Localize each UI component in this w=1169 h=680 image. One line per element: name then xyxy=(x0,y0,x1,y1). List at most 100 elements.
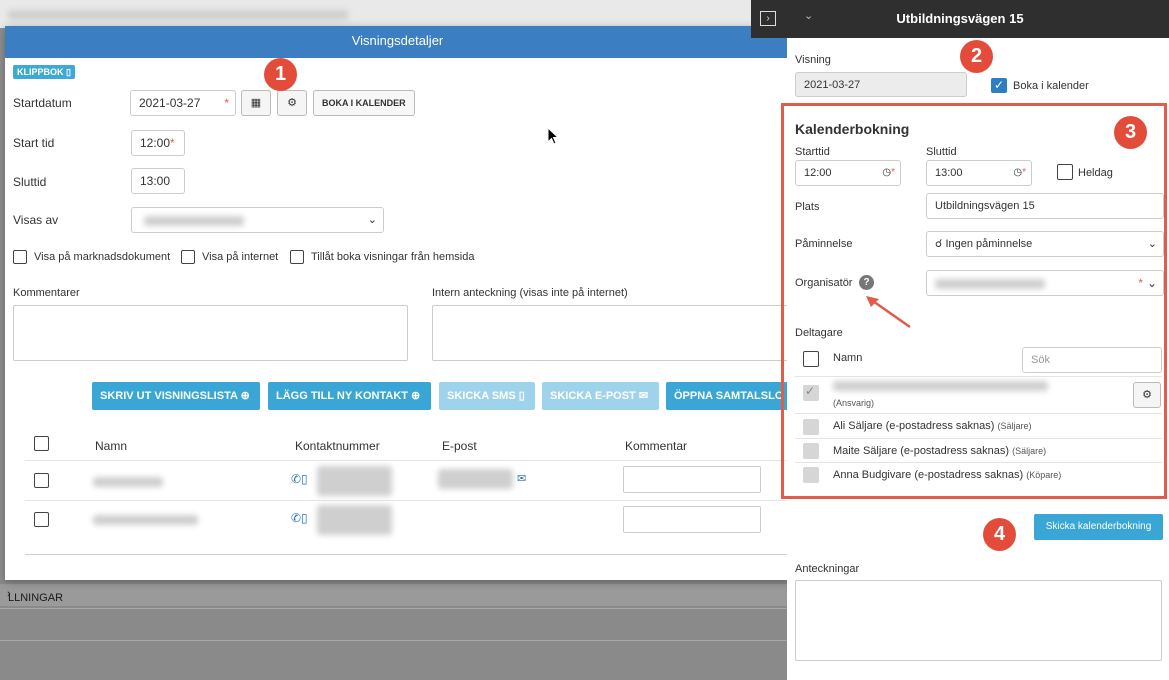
row-checkbox[interactable] xyxy=(34,512,49,527)
paminnelse-select[interactable]: ☌ Ingen påminnelse ⌄ xyxy=(926,231,1164,257)
tillat-hemsida-checkbox[interactable] xyxy=(290,250,304,264)
starttid-value: 12:00 xyxy=(140,136,171,150)
participants-divider xyxy=(795,462,1162,463)
participant-role: (Säljare) xyxy=(997,421,1032,431)
required-asterisk: * xyxy=(1138,276,1143,290)
row-comment-textarea[interactable] xyxy=(623,466,761,493)
col-namn-header: Namn xyxy=(95,439,128,453)
step-badge-1: 1 xyxy=(264,58,297,91)
gear-icon[interactable]: ⚙ xyxy=(1133,382,1161,408)
tillat-hemsida-label: Tillåt boka visningar från hemsida xyxy=(311,251,475,263)
participants-divider xyxy=(795,438,1162,439)
required-asterisk: * xyxy=(224,96,229,110)
lagg-till-label: LÄGG TILL NY KONTAKT xyxy=(276,390,408,402)
skicka-kalenderbokning-button[interactable]: Skicka kalenderbokning xyxy=(1034,514,1163,540)
blurred-name xyxy=(93,477,163,487)
step-badge-3: 3 xyxy=(1114,116,1147,149)
anteckningar-textarea[interactable] xyxy=(795,580,1162,661)
participant-checkbox[interactable] xyxy=(803,443,819,459)
skicka-sms-button[interactable]: SKICKA SMS ▯ xyxy=(439,382,535,410)
panel-sluttid-input[interactable]: 13:00 ◷* xyxy=(926,160,1032,186)
blurred-phone xyxy=(317,505,392,535)
boka-kalender-checkbox[interactable]: ✓ xyxy=(991,78,1007,93)
organisator-select[interactable]: * ⌄ xyxy=(926,270,1164,296)
oppna-samtalslogg-button[interactable]: ÖPPNA SAMTALSLO xyxy=(666,382,790,410)
participant-name-text: Ali Säljare (e-postadress saknas) xyxy=(833,420,995,432)
sluttid-label: Sluttid xyxy=(926,146,957,158)
participants-namn-header: Namn xyxy=(833,352,863,364)
lagg-till-kontakt-button[interactable]: LÄGG TILL NY KONTAKT ⊕ xyxy=(268,382,431,410)
row-checkbox[interactable] xyxy=(34,473,49,488)
mail-icon[interactable]: ✉ xyxy=(517,472,526,485)
kommentarer-textarea[interactable] xyxy=(13,305,408,361)
blurred-name xyxy=(833,381,1048,391)
modal-title: Visningsdetaljer xyxy=(5,26,790,58)
participant-name: Anna Budgivare (e-postadress saknas) (Kö… xyxy=(833,469,1061,481)
participant-checkbox[interactable] xyxy=(803,419,819,435)
heldag-checkbox[interactable] xyxy=(1057,164,1073,180)
visa-internet-checkbox[interactable] xyxy=(181,250,195,264)
panel-title: Utbildningsvägen 15 xyxy=(896,11,1024,26)
select-all-participants-checkbox[interactable] xyxy=(803,351,819,367)
paminnelse-value: Ingen påminnelse xyxy=(945,238,1033,250)
skicka-sms-label: SKICKA SMS xyxy=(447,390,516,402)
clock-icon: ◷* xyxy=(882,167,895,178)
participant-name: Ali Säljare (e-postadress saknas) (Sälja… xyxy=(833,420,1031,432)
klippbok-badge[interactable]: KLIPPBOK ▯ xyxy=(13,65,75,79)
panel-header: › ⌄ Utbildningsvägen 15 xyxy=(751,0,1169,38)
gear-icon[interactable]: ⚙ xyxy=(277,90,307,116)
panel-starttid-value: 12:00 xyxy=(804,167,832,179)
skriv-ut-label: SKRIV UT VISNINGSLISTA xyxy=(100,390,238,402)
participant-role: (Säljare) xyxy=(1012,446,1047,456)
bell-icon: ☌ xyxy=(935,238,943,250)
blurred-name xyxy=(93,515,198,525)
skriv-ut-visningslista-button[interactable]: SKRIV UT VISNINGSLISTA ⊕ xyxy=(92,382,260,410)
chevron-down-icon: ⌄ xyxy=(1146,276,1157,290)
startdatum-label: Startdatum xyxy=(13,96,72,110)
participants-divider xyxy=(795,413,1162,414)
row-comment-textarea[interactable] xyxy=(623,506,761,533)
table-divider xyxy=(25,500,790,501)
plats-label: Plats xyxy=(795,201,820,213)
visas-av-label: Visas av xyxy=(13,213,59,227)
sok-input[interactable]: Sök xyxy=(1022,347,1162,373)
participant-role: (Köpare) xyxy=(1026,470,1062,480)
intern-anteckning-label: Intern anteckning (visas inte på interne… xyxy=(432,287,628,299)
participant-role: (Ansvarig) xyxy=(833,398,875,408)
col-kontakt-header: Kontaktnummer xyxy=(295,439,380,453)
background-breadcrumb[interactable]: LLNINGAR › xyxy=(0,584,790,606)
startdatum-value: 2021-03-27 xyxy=(139,96,201,110)
background-divider xyxy=(0,608,790,609)
kalenderbokning-heading: Kalenderbokning xyxy=(795,121,910,137)
background-top-bar xyxy=(0,0,760,28)
phone-icon[interactable]: ✆▯ xyxy=(291,472,308,486)
intern-anteckning-textarea[interactable] xyxy=(432,305,790,361)
plats-input[interactable]: Utbildningsvägen 15 xyxy=(926,193,1164,219)
chevron-down-icon: ⌄ xyxy=(1147,238,1157,250)
starttid-label: Start tid xyxy=(13,136,55,150)
background-divider xyxy=(0,640,790,641)
organisator-label: Organisatör xyxy=(795,277,853,289)
participant-name-text: Anna Budgivare (e-postadress saknas) xyxy=(833,469,1024,481)
cursor-icon xyxy=(547,127,559,145)
blurred-text xyxy=(8,10,348,20)
panel-starttid-input[interactable]: 12:00 ◷* xyxy=(795,160,901,186)
skicka-epost-button[interactable]: SKICKA E-POST ✉ xyxy=(542,382,659,410)
panel-sluttid-value: 13:00 xyxy=(935,167,963,179)
participant-name-text: Maite Säljare (e-postadress saknas) xyxy=(833,445,1010,457)
calendar-icon[interactable]: ▦ xyxy=(241,90,271,116)
col-kommentar-header: Kommentar xyxy=(625,439,688,453)
starttid-input[interactable]: 12:00* xyxy=(131,130,185,156)
visa-marknad-checkbox[interactable] xyxy=(13,250,27,264)
help-icon[interactable]: ? xyxy=(859,275,874,290)
heldag-label: Heldag xyxy=(1078,167,1113,179)
startdatum-input[interactable]: 2021-03-27 * xyxy=(130,90,236,116)
visas-av-select[interactable]: ⌄ xyxy=(131,207,384,233)
boka-i-kalender-button[interactable]: BOKA I KALENDER xyxy=(313,90,415,116)
sluttid-input[interactable]: 13:00 xyxy=(131,168,185,194)
phone-icon[interactable]: ✆▯ xyxy=(291,511,308,525)
select-all-checkbox[interactable] xyxy=(34,436,49,451)
participant-checkbox[interactable] xyxy=(803,467,819,483)
visning-input[interactable]: 2021-03-27 xyxy=(795,72,967,97)
skicka-epost-label: SKICKA E-POST xyxy=(550,390,636,402)
